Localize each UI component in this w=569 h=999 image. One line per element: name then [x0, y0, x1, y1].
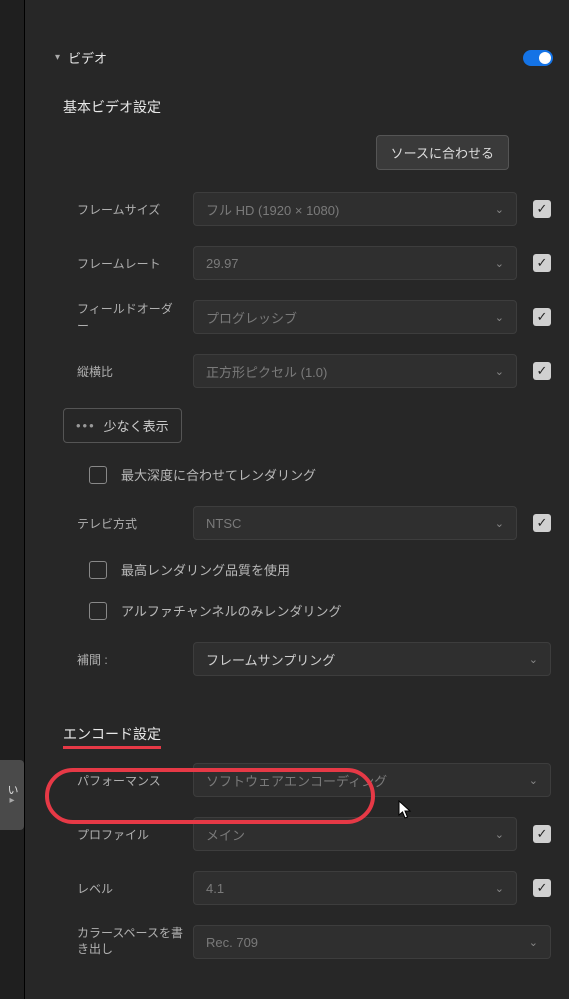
performance-value: ソフトウェアエンコーディング [206, 771, 387, 790]
chevron-down-icon: ⌄ [495, 203, 504, 216]
field-order-label: フィールドオーダー [77, 300, 183, 334]
video-section-label: ビデオ [68, 48, 107, 67]
interp-label: 補間 : [77, 651, 183, 668]
performance-label: パフォーマンス [77, 772, 183, 789]
chevron-down-icon: ⌄ [529, 936, 538, 949]
frame-size-select[interactable]: フル HD (1920 × 1080) ⌄ [193, 192, 517, 226]
show-less-button[interactable]: ••• 少なく表示 [63, 408, 182, 443]
chevron-down-icon: ⌄ [529, 774, 538, 787]
level-select[interactable]: 4.1 ⌄ [193, 871, 517, 905]
basic-video-heading: 基本ビデオ設定 [25, 73, 569, 135]
field-order-select[interactable]: プログレッシブ ⌄ [193, 300, 517, 334]
performance-select[interactable]: ソフトウェアエンコーディング ⌄ [193, 763, 551, 797]
alpha-only-label: アルファチャンネルのみレンダリング [121, 601, 341, 620]
chevron-down-icon: ▾ [55, 52, 60, 63]
max-quality-label: 最高レンダリング品質を使用 [121, 560, 290, 579]
interp-select[interactable]: フレームサンプリング ⌄ [193, 642, 551, 676]
chevron-down-icon: ⌄ [495, 828, 504, 841]
aspect-value: 正方形ピクセル (1.0) [206, 362, 327, 381]
profile-label: プロファイル [77, 826, 183, 843]
settings-panel: ▾ ビデオ 基本ビデオ設定 ソースに合わせる フレームサイズ フル HD (19… [24, 0, 569, 999]
chevron-down-icon: ⌄ [495, 882, 504, 895]
frame-rate-select[interactable]: 29.97 ⌄ [193, 246, 517, 280]
frame-rate-label: フレームレート [77, 255, 183, 272]
color-space-select[interactable]: Rec. 709 ⌄ [193, 925, 551, 959]
profile-link-check[interactable]: ✓ [533, 825, 551, 843]
frame-rate-link-check[interactable]: ✓ [533, 254, 551, 272]
chevron-down-icon: ⌄ [495, 311, 504, 324]
field-order-link-check[interactable]: ✓ [533, 308, 551, 326]
alpha-only-checkbox[interactable]: ✓ [89, 602, 107, 620]
tv-standard-label: テレビ方式 [77, 515, 183, 532]
chevron-down-icon: ⌄ [495, 517, 504, 530]
side-tab[interactable]: い ▸ [0, 760, 24, 830]
frame-size-link-check[interactable]: ✓ [533, 200, 551, 218]
chevron-down-icon: ⌄ [495, 257, 504, 270]
chevron-down-icon: ⌄ [529, 653, 538, 666]
frame-size-value: フル HD (1920 × 1080) [206, 200, 339, 219]
color-space-value: Rec. 709 [206, 935, 258, 950]
video-toggle[interactable] [523, 50, 553, 66]
show-less-label: 少なく表示 [104, 416, 169, 435]
frame-rate-value: 29.97 [206, 256, 239, 271]
tv-standard-link-check[interactable]: ✓ [533, 514, 551, 532]
interp-value: フレームサンプリング [206, 650, 335, 669]
video-section-header[interactable]: ▾ ビデオ [25, 42, 569, 73]
level-value: 4.1 [206, 881, 224, 896]
max-depth-label: 最大深度に合わせてレンダリング [121, 465, 316, 484]
dots-icon: ••• [76, 418, 96, 433]
chevron-right-icon: ▸ [9, 795, 14, 806]
aspect-link-check[interactable]: ✓ [533, 362, 551, 380]
side-tab-label: い [4, 784, 20, 795]
encode-heading: エンコード設定 [63, 724, 161, 749]
profile-value: メイン [206, 825, 245, 844]
tv-standard-select[interactable]: NTSC ⌄ [193, 506, 517, 540]
tv-standard-value: NTSC [206, 516, 241, 531]
level-label: レベル [77, 880, 183, 897]
level-link-check[interactable]: ✓ [533, 879, 551, 897]
color-space-label: カラースペースを書き出し [77, 926, 183, 957]
aspect-label: 縦横比 [77, 363, 183, 380]
max-depth-checkbox[interactable]: ✓ [89, 466, 107, 484]
profile-select[interactable]: メイン ⌄ [193, 817, 517, 851]
max-quality-checkbox[interactable]: ✓ [89, 561, 107, 579]
match-source-button[interactable]: ソースに合わせる [376, 135, 509, 170]
field-order-value: プログレッシブ [206, 308, 297, 327]
chevron-down-icon: ⌄ [495, 365, 504, 378]
aspect-select[interactable]: 正方形ピクセル (1.0) ⌄ [193, 354, 517, 388]
frame-size-label: フレームサイズ [77, 201, 183, 218]
